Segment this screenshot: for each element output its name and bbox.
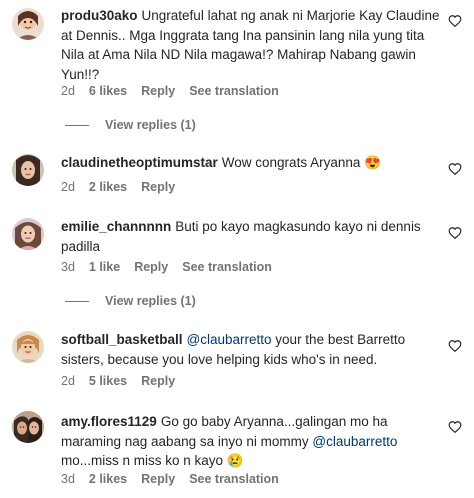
view-replies-label: View replies (1) [105,118,196,132]
likes-count[interactable]: 5 likes [89,374,127,388]
heart-outline-icon[interactable] [448,162,462,176]
comment-username[interactable]: emilie_channnnn [61,219,171,234]
comment-meta: 2d 2 likes Reply [61,180,189,194]
comment-username[interactable]: produ30ako [61,8,138,23]
mention-link[interactable]: @claubarretto [187,332,272,347]
reply-button[interactable]: Reply [141,84,175,98]
heart-outline-icon[interactable] [448,339,462,353]
view-replies-button[interactable]: View replies (1) [65,118,196,132]
see-translation-link[interactable]: See translation [189,472,279,486]
comment-age: 2d [61,180,75,194]
avatar-image [12,218,44,250]
avatar-image [12,331,44,363]
crying-emoji: 😢 [226,453,244,468]
comment-body: Wow congrats Aryanna [221,155,361,170]
reply-button[interactable]: Reply [141,472,175,486]
see-translation-link[interactable]: See translation [182,260,272,274]
avatar-image [12,411,44,443]
comment-age: 3d [61,260,75,274]
comment-body-continued: mo...miss n miss ko n kayo [61,453,227,468]
comment-username[interactable]: amy.flores1129 [61,414,157,429]
likes-count[interactable]: 6 likes [89,84,127,98]
heart-outline-icon[interactable] [448,420,462,434]
comment-meta: 2d 6 likes Reply See translation [61,84,293,98]
view-replies-label: View replies (1) [105,294,196,308]
avatar[interactable] [12,411,44,443]
comment-text: produ30ako Ungrateful lahat ng anak ni Ma… [61,6,441,84]
comment-meta: 3d 2 likes Reply See translation [61,472,293,486]
avatar[interactable] [12,331,44,363]
reply-button[interactable]: Reply [141,374,175,388]
avatar-image [12,154,44,186]
comment-text: softball_basketball @claubarretto your th… [61,330,441,369]
view-replies-button[interactable]: View replies (1) [65,294,196,308]
see-translation-link[interactable]: See translation [189,84,279,98]
comment-username[interactable]: claudinetheoptimumstar [61,155,218,170]
heart-outline-icon[interactable] [448,226,462,240]
comment-text: claudinetheoptimumstar Wow congrats Aryan… [61,153,441,173]
likes-count[interactable]: 1 like [89,260,120,274]
divider-line [65,124,89,126]
comment-text: emilie_channnnn Buti po kayo magkasundo k… [61,217,441,256]
comment-age: 2d [61,84,75,98]
comment-age: 3d [61,472,75,486]
mention-link[interactable]: @claubarretto [312,434,397,449]
comment-meta: 3d 1 like Reply See translation [61,260,286,274]
avatar[interactable] [12,154,44,186]
avatar[interactable] [12,8,44,40]
comment-username[interactable]: softball_basketball [61,332,183,347]
avatar-image [12,8,44,40]
reply-button[interactable]: Reply [134,260,168,274]
comment-text: amy.flores1129 Go go baby Aryanna...galin… [61,412,441,471]
heart-outline-icon[interactable] [448,14,462,28]
comment-age: 2d [61,374,75,388]
divider-line [65,300,89,302]
reply-button[interactable]: Reply [141,180,175,194]
heart-eyes-emoji: 😍 [364,155,381,170]
avatar[interactable] [12,218,44,250]
comment-meta: 2d 5 likes Reply [61,374,189,388]
likes-count[interactable]: 2 likes [89,180,127,194]
likes-count[interactable]: 2 likes [89,472,127,486]
